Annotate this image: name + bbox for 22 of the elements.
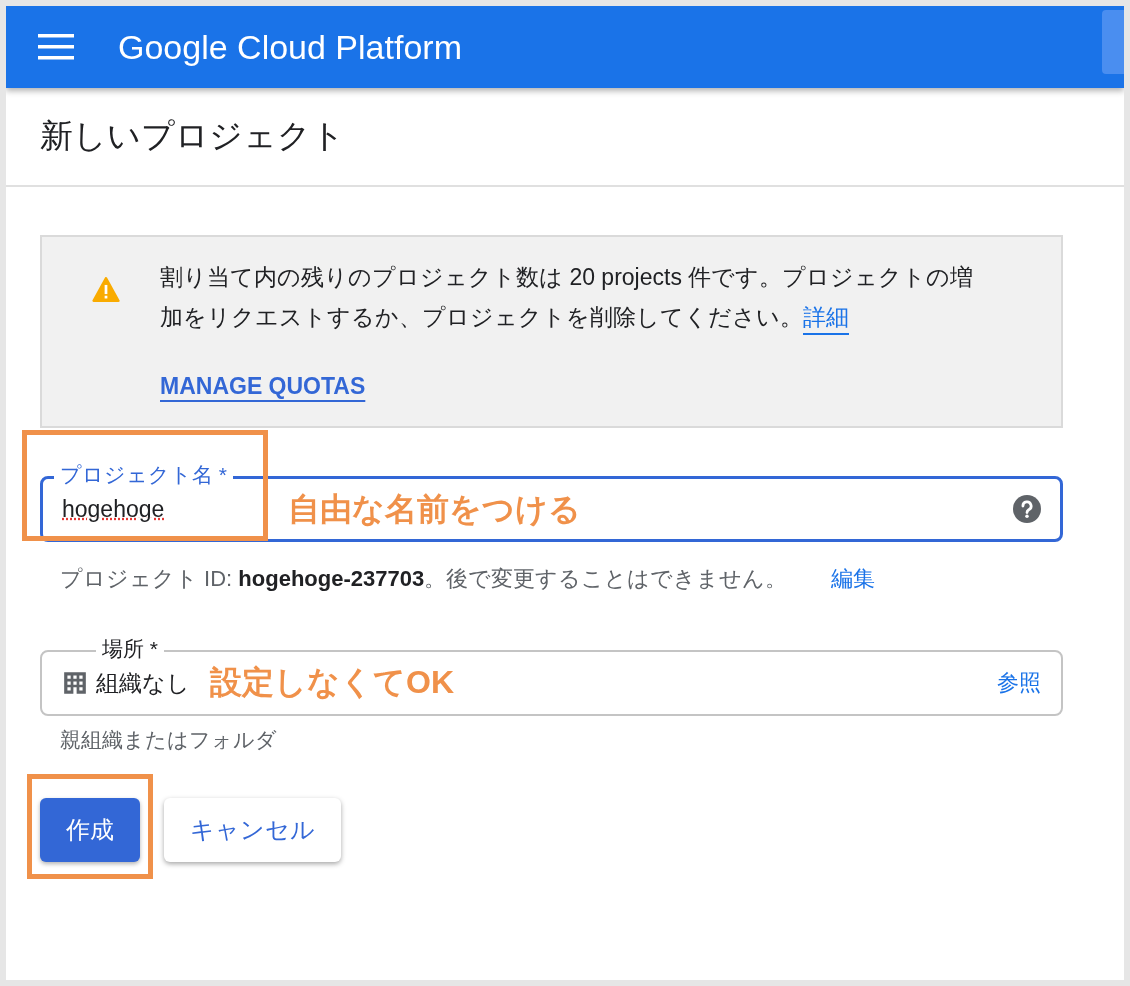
create-button[interactable]: 作成 [40, 798, 140, 862]
browse-link[interactable]: 参照 [997, 668, 1041, 698]
annotation-text: 自由な名前をつける [288, 490, 581, 529]
location-field[interactable]: 場所 * 組織なし 設定しなくてOK 参照 [40, 636, 1063, 716]
field-label: プロジェクト名 * [54, 462, 233, 488]
field-label: 場所 * [96, 636, 164, 662]
details-link[interactable]: 詳細 [803, 304, 849, 330]
help-icon[interactable] [1013, 495, 1041, 523]
location-value: 組織なし [96, 668, 190, 698]
annotation-text: 設定しなくてOK [210, 663, 454, 702]
edit-link[interactable]: 編集 [831, 564, 876, 594]
building-icon [62, 670, 88, 696]
field-value: hogehoge [62, 495, 166, 523]
page-title: 新しいプロジェクト [40, 116, 345, 156]
menu-icon[interactable] [38, 34, 74, 60]
location-hint: 親組織またはフォルダ [60, 727, 278, 753]
cancel-button[interactable]: キャンセル [164, 798, 341, 862]
quota-message: 割り当て内の残りのプロジェクト数は 20 projects 件です。プロジェクトの増加をリクエストするか、プロジェクトを削除してください。詳細 [160, 263, 975, 332]
warning-icon [92, 277, 120, 302]
app-title: Google Cloud Platform [118, 27, 462, 67]
project-id-hint: プロジェクト ID: hogehoge-237703。後で変更することはできません。 [60, 565, 788, 593]
manage-quotas-link[interactable]: MANAGE QUOTAS [160, 373, 366, 400]
